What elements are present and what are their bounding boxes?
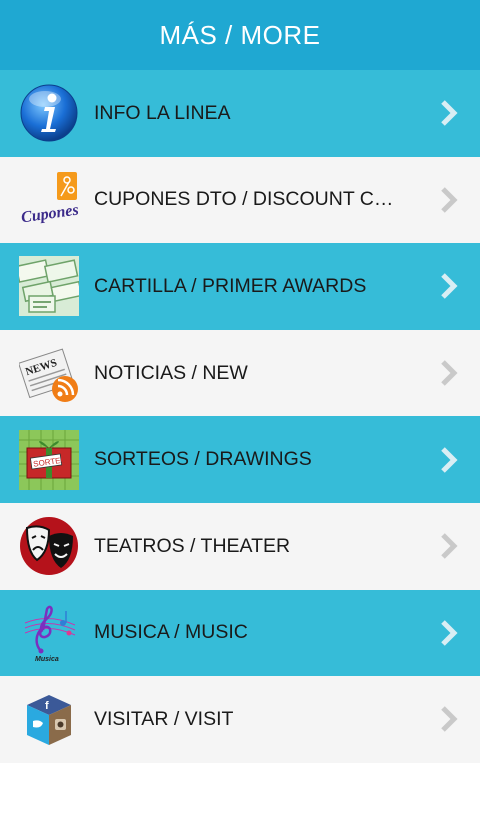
coupon-tickets-icon [19, 256, 79, 317]
menu-item-musica[interactable]: Musica MUSICA / MUSIC [0, 589, 480, 677]
theater-masks-icon [19, 516, 79, 576]
info-icon [19, 83, 79, 143]
menu-item-cupones[interactable]: Cupones CUPONES DTO / DISCOUNT COU… [0, 156, 480, 244]
menu-item-visitar[interactable]: f VISITAR / VISIT [0, 676, 480, 763]
menu-item-label: VISITAR / VISIT [94, 707, 234, 730]
chevron-right-icon [441, 620, 458, 646]
chevron-right-icon [441, 187, 458, 213]
social-cube-icon: f [19, 689, 79, 749]
chevron-right-icon [441, 706, 458, 733]
app-header: MÁS / MORE [0, 0, 480, 70]
menu-item-noticias[interactable]: NEWS NOTICIAS / NEW [0, 329, 480, 417]
menu-list: INFO LA LINEA Cupones CUPONES DTO / DISC… [0, 70, 480, 763]
page-title: MÁS / MORE [159, 19, 321, 50]
menu-item-teatros[interactable]: TEATROS / THEATER [0, 502, 480, 590]
menu-item-label: TEATROS / THEATER [94, 534, 291, 557]
cupones-icon: Cupones [19, 170, 79, 230]
menu-item-sorteos[interactable]: SORTEO SORTEOS / DRAWINGS [0, 416, 480, 503]
news-rss-icon: NEWS [19, 343, 79, 403]
menu-item-info[interactable]: INFO LA LINEA [0, 70, 480, 157]
menu-item-label: CARTILLA / PRIMER AWARDS [94, 274, 367, 297]
menu-item-label: NOTICIAS / NEW [94, 361, 248, 384]
menu-item-label: MUSICA / MUSIC [94, 621, 248, 644]
menu-item-label: INFO LA LINEA [94, 101, 231, 124]
menu-item-cartilla[interactable]: CARTILLA / PRIMER AWARDS [0, 243, 480, 330]
chevron-right-icon [441, 533, 458, 560]
chevron-right-icon [441, 273, 458, 300]
chevron-right-icon [441, 100, 458, 127]
music-clef-icon: Musica [19, 603, 79, 663]
chevron-right-icon [441, 360, 458, 386]
menu-item-label: CUPONES DTO / DISCOUNT COU… [94, 188, 404, 211]
musica-icon-text: Musica [35, 656, 59, 663]
cupones-icon-text: Cupones [20, 201, 79, 226]
gift-box-icon: SORTEO [19, 429, 79, 490]
menu-item-label: SORTEOS / DRAWINGS [94, 448, 312, 471]
chevron-right-icon [441, 446, 458, 473]
svg-text:f: f [45, 700, 49, 712]
